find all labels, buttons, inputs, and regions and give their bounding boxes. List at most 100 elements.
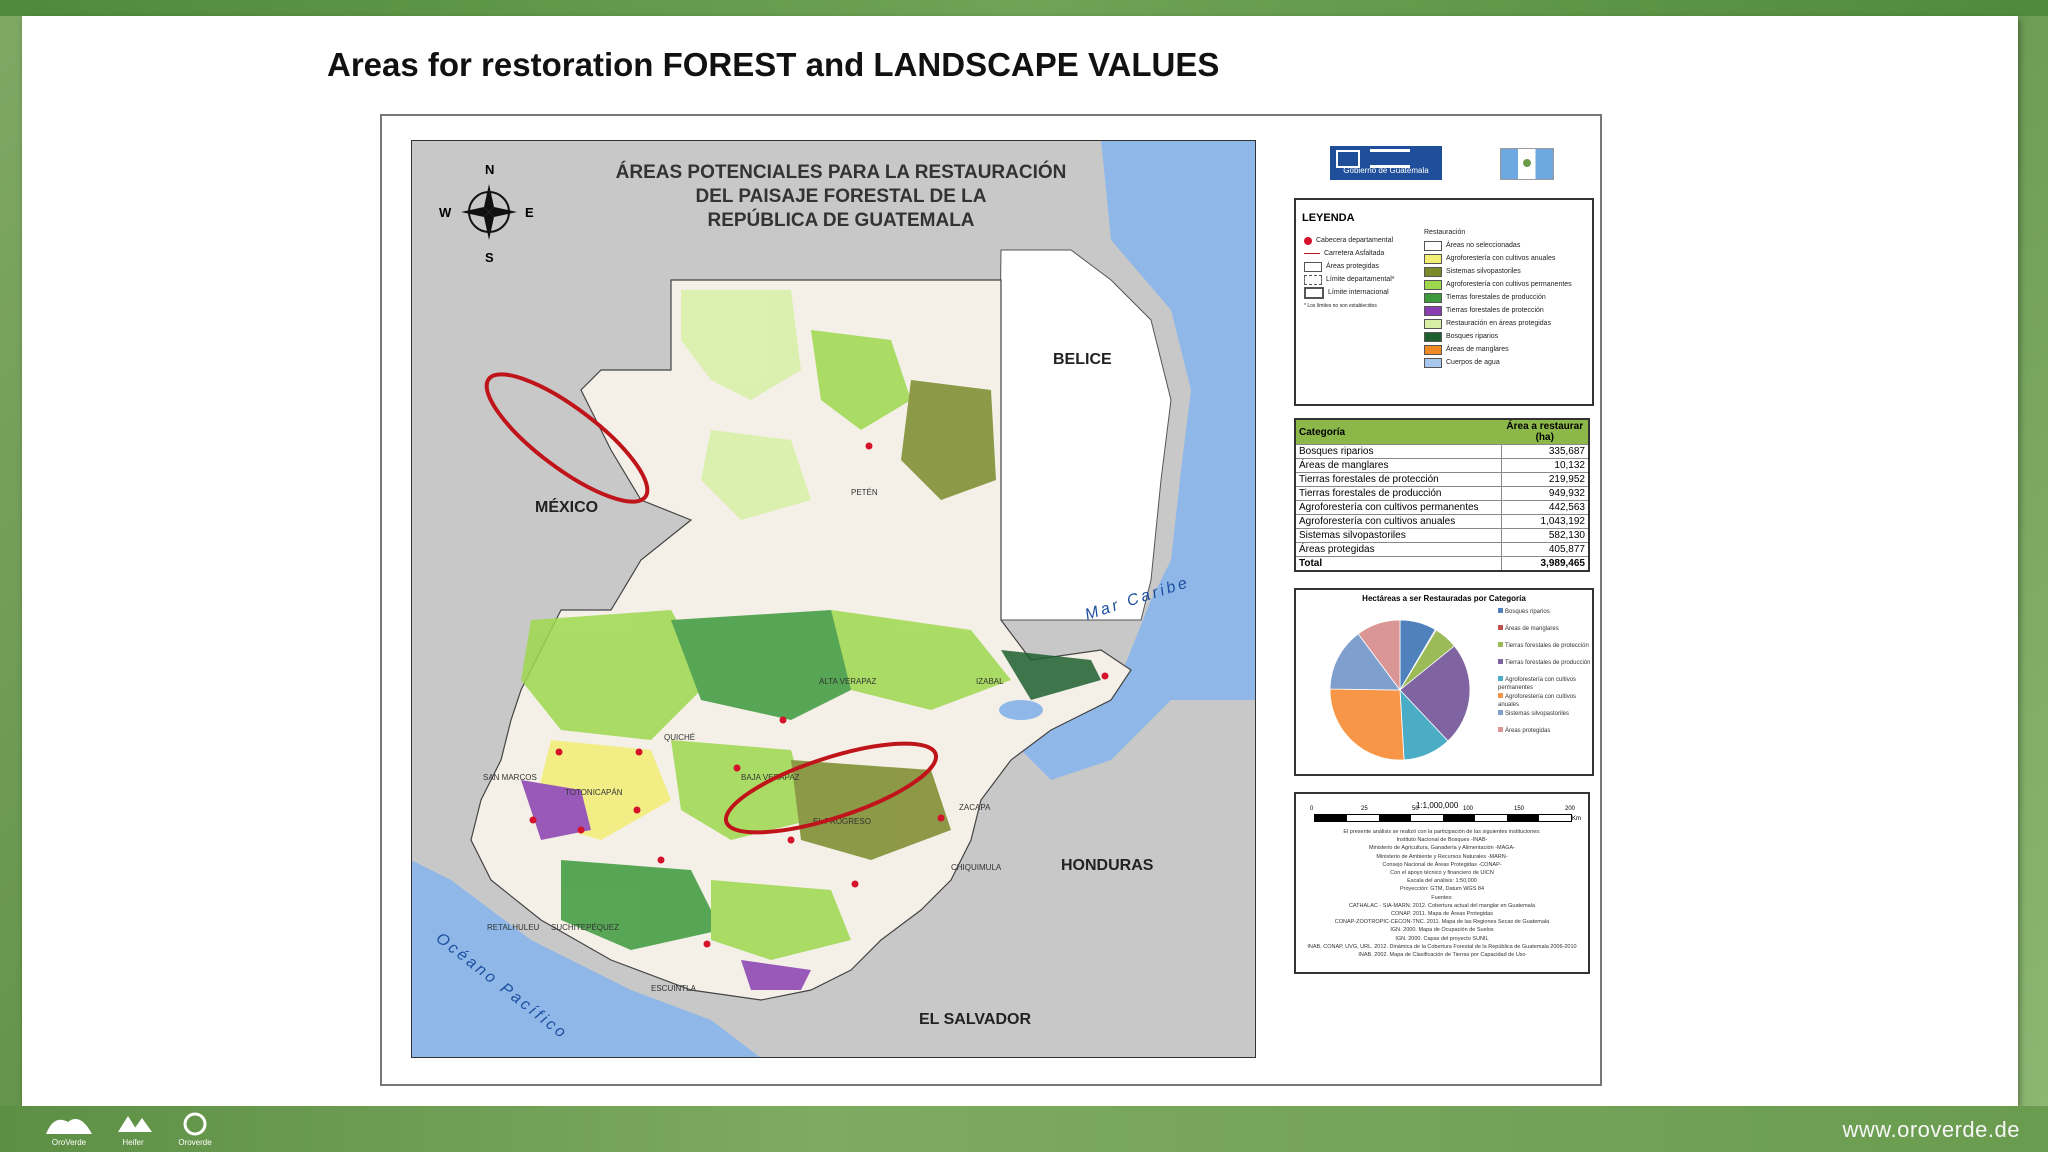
lake-izabal: [999, 700, 1043, 720]
legend-item: Sistemas silvopastoriles: [1424, 265, 1572, 278]
table-header-row: Categoría Área a restaurar (ha): [1296, 420, 1588, 445]
table-row: Agroforestería con cultivos permanentes 4…: [1296, 500, 1588, 515]
pie-legend-item: Tierras forestales de producción: [1498, 659, 1592, 676]
label-escuintla: ESCUINTLA: [651, 984, 697, 993]
table-cell-area: 582,130: [1501, 528, 1588, 543]
slide-footer-bar: [0, 1106, 2048, 1152]
label-zacapa: ZACAPA: [959, 803, 991, 812]
label-peten: PETÉN: [851, 488, 878, 497]
compass-s-label: S: [485, 250, 494, 265]
pie-legend-item: Áreas de manglares: [1498, 625, 1592, 642]
credit-line: Escala del análisis: 1:50,000: [1407, 878, 1477, 885]
table-header-area: Área a restaurar (ha): [1501, 420, 1588, 445]
scale-tick-label: 100: [1463, 806, 1474, 812]
credit-line: Con el apoyo técnico y financiero de UIC…: [1390, 870, 1494, 877]
legend-note: * Los límites no son establecidos: [1304, 302, 1377, 309]
scale-tick-label: 150: [1514, 806, 1525, 812]
credit-line: INAB. 2002. Mapa de Clasificación de Tie…: [1358, 952, 1526, 959]
legend-item: Áreas no seleccionadas: [1424, 239, 1572, 252]
table-cell-area: 405,877: [1501, 542, 1588, 557]
credit-line: CONAP. 2011. Mapa de Áreas Protegidas: [1391, 911, 1493, 918]
legend-item: Tierras forestales de producción: [1424, 291, 1572, 304]
credit-line: CONAP-ZOOTROPIC-CECON-TNC. 2011. Mapa de…: [1334, 919, 1550, 926]
label-izabal: IZABAL: [976, 677, 1004, 686]
legend-item: Agroforestería con cultivos anuales: [1424, 252, 1572, 265]
legend-title: LEYENDA: [1302, 212, 1355, 224]
credit-line: Instituto Nacional de Bosques -INAB-: [1396, 837, 1488, 844]
pie-chart-panel: Hectáreas a ser Restauradas por Categorí…: [1294, 588, 1594, 776]
pie-slice: [1329, 688, 1405, 761]
table-cell-category: Tierras forestales de producción: [1296, 486, 1502, 501]
table-header-category: Categoría: [1296, 420, 1502, 445]
pie-chart: [1329, 619, 1471, 761]
legend-item: Cabecera departamental: [1304, 234, 1394, 247]
footer-logo-heifer: Heifer: [108, 1112, 158, 1147]
gobierno-guatemala-logo: Gobierno de Guatemala: [1330, 146, 1442, 180]
credit-line: Consejo Nacional de Áreas Protegidas -CO…: [1382, 861, 1502, 868]
table-row: Tierras forestales de protección 219,952: [1296, 472, 1588, 487]
scale-ratio: 1:1,000,000: [1416, 801, 1459, 810]
footer-logo-oroverde-2: Oroverde: [170, 1112, 220, 1147]
map-title-line-2: DEL PAISAJE FORESTAL DE LA: [695, 186, 986, 207]
legend-right-column: Restauración Áreas no seleccionadas Agrof…: [1424, 226, 1572, 369]
table-cell-area: 949,932: [1501, 486, 1588, 501]
pie-legend-item: Áreas protegidas: [1498, 727, 1592, 744]
table-row: Áreas de manglares 10,132: [1296, 458, 1588, 473]
legend-subtitle: Restauración: [1424, 229, 1466, 236]
compass-n-label: N: [485, 162, 494, 177]
scale-tick-label: 25: [1361, 806, 1368, 812]
table-cell-area: 442,563: [1501, 500, 1588, 515]
pie-legend-item: Sistemas silvopastoriles: [1498, 710, 1592, 727]
compass-w-label: W: [439, 205, 452, 220]
label-belice: BELICE: [1053, 351, 1112, 368]
credit-line: CATHALAC - SIA-MARN. 2012. Cobertura act…: [1348, 902, 1536, 909]
pie-legend-item: Agroforestería con cultivos anuales: [1498, 693, 1577, 708]
legend-item: Bosques riparios: [1424, 330, 1572, 343]
table-cell-area: 1,043,192: [1501, 514, 1588, 529]
map-legend: LEYENDA Cabecera departamental Carretera…: [1294, 198, 1594, 406]
table-row: Agroforestería con cultivos anuales 1,043…: [1296, 514, 1588, 529]
pie-legend-item: Tierras forestales de protección: [1498, 642, 1592, 659]
pie-legend-item: Agroforestería con cultivos permanentes: [1498, 676, 1577, 691]
label-suchitepequez: SUCHITEPÉQUEZ: [551, 923, 619, 932]
table-cell-category: Bosques riparios: [1296, 444, 1502, 459]
scale-tick-label: 50: [1412, 806, 1419, 812]
table-cell-category: Sistemas silvopastoriles: [1296, 528, 1502, 543]
table-cell-category: Agroforestería con cultivos anuales: [1296, 514, 1502, 529]
scale-tick-label: 200: [1565, 806, 1576, 812]
institution-logos: Gobierno de Guatemala: [1330, 146, 1554, 180]
label-retalhuleu: RETALHULEU: [487, 923, 540, 932]
restoration-area-table: Categoría Área a restaurar (ha) Bosques …: [1294, 418, 1590, 572]
table-total-row: Total 3,989,465: [1296, 556, 1588, 570]
compass-e-label: E: [525, 205, 534, 220]
pie-legend: Bosques riparios Áreas de manglares Tierra…: [1498, 608, 1592, 744]
legend-item: Carretera Asfaltada: [1304, 247, 1394, 260]
legend-item: Restauración en áreas protegidas: [1424, 317, 1572, 330]
footer-url: www.oroverde.de: [1842, 1117, 2020, 1142]
label-totonicapan: TOTONICAPÁN: [565, 788, 623, 797]
table-row: Sistemas silvopastoriles 582,130: [1296, 528, 1588, 543]
guatemala-flag-icon: [1500, 148, 1554, 180]
legend-item: Cuerpos de agua: [1424, 356, 1572, 369]
credits-text: El presente análisis se realizó con la p…: [1306, 828, 1578, 959]
scale-tick-label: 0: [1310, 806, 1314, 812]
credit-line: IGN. 2000. Mapa de Ocupación de Suelos: [1390, 927, 1494, 934]
credit-line: El presente análisis se realizó con la p…: [1343, 829, 1541, 835]
table-cell-category: Áreas protegidas: [1296, 542, 1502, 557]
footer-logo-oroverde: OroVerde: [44, 1112, 94, 1147]
scale-bar: [1314, 814, 1572, 822]
credit-line: Ministerio de Ambiente y Recursos Natura…: [1376, 853, 1508, 860]
map-title-line-3: REPÚBLICA DE GUATEMALA: [707, 209, 974, 231]
credit-line: Proyección: GTM, Datum WGS 84: [1399, 886, 1485, 893]
label-honduras: HONDURAS: [1061, 857, 1154, 874]
legend-left-column: Cabecera departamental Carretera Asfalta…: [1304, 234, 1394, 312]
scale-unit: Km: [1572, 816, 1581, 822]
legend-item: Límite internacional: [1304, 286, 1394, 299]
table-cell-area: 335,687: [1501, 444, 1588, 459]
credit-line: Ministerio de Agricultura, Ganadería y A…: [1368, 845, 1516, 852]
label-chiquimula: CHIQUIMULA: [951, 863, 1002, 872]
label-alta-verapaz: ALTA VERAPAZ: [819, 677, 876, 686]
table-cell-category: Agroforestería con cultivos permanentes: [1296, 500, 1502, 515]
table-row: Tierras forestales de producción 949,932: [1296, 486, 1588, 501]
legend-item: Límite departamental*: [1304, 273, 1394, 286]
